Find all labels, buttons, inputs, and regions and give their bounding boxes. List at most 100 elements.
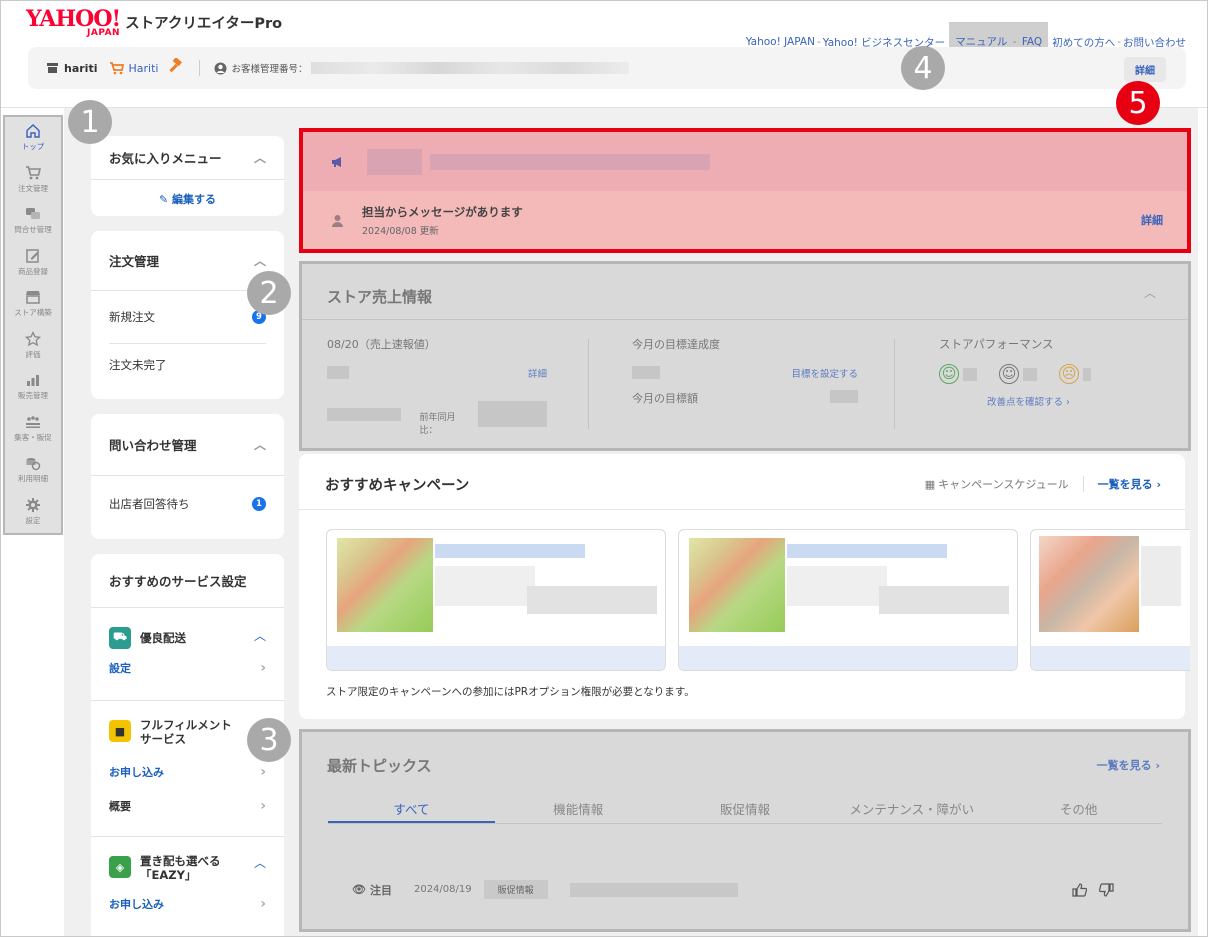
calendar-icon: ▦ bbox=[924, 477, 936, 491]
campaign-image-redacted bbox=[689, 538, 785, 632]
smile-face-icon: ☺ bbox=[939, 364, 959, 384]
nav-settings[interactable]: 設定 bbox=[5, 491, 61, 533]
sales-detail-link[interactable]: 詳細 bbox=[528, 366, 547, 380]
eazy-apply-link[interactable]: お申し込み › bbox=[91, 889, 284, 919]
topic-date: 2024/08/19 bbox=[413, 884, 472, 895]
tab-maintenance[interactable]: メンテナンス・障がい bbox=[828, 794, 995, 823]
campaigns-see-all-link[interactable]: 一覧を見る › bbox=[1098, 476, 1161, 492]
topics-see-all-link[interactable]: 一覧を見る › bbox=[1097, 757, 1160, 773]
store-name[interactable]: hariti bbox=[46, 62, 97, 75]
annotation-badge-4: 4 bbox=[901, 46, 945, 90]
inquiries-header[interactable]: 問い合わせ管理 ︿ bbox=[91, 414, 284, 475]
topics-title: 最新トピックス bbox=[327, 757, 432, 775]
menu-incomplete-orders[interactable]: 注文未完了 bbox=[91, 344, 284, 386]
nav-billing[interactable]: 利用明細 bbox=[5, 449, 61, 491]
campaigns-title: おすすめキャンペーン bbox=[325, 478, 470, 494]
fulfillment-apply-link[interactable]: お申し込み › bbox=[91, 756, 284, 788]
sad-face-icon: ☹ bbox=[1059, 364, 1079, 384]
improve-points-link[interactable]: 改善点を確認する › bbox=[987, 394, 1139, 408]
goal-amount-label: 今月の目標額 bbox=[632, 392, 698, 405]
service-excellent-delivery[interactable]: ⛟ 優良配送 ︿ bbox=[91, 608, 284, 649]
announcement-row[interactable] bbox=[303, 132, 1187, 191]
promotion-icon bbox=[26, 415, 40, 428]
user-circle-icon bbox=[214, 62, 227, 74]
service-name: 優良配送 bbox=[140, 630, 186, 645]
bar-chart-icon bbox=[27, 375, 39, 387]
chevron-up-icon[interactable]: ︿ bbox=[254, 854, 266, 889]
tab-feature-info[interactable]: 機能情報 bbox=[495, 794, 662, 823]
nav-orders[interactable]: 注文管理 bbox=[5, 159, 61, 201]
service-setting-link[interactable]: 設定 › bbox=[91, 648, 284, 688]
nav-label: 問合せ管理 bbox=[14, 225, 52, 235]
yahoo-logo[interactable]: YAHOO! JAPAN ストアクリエイターPro bbox=[26, 6, 282, 38]
auction-hammer-icon[interactable] bbox=[167, 57, 185, 78]
service-name-line2: 「EAZY」 bbox=[140, 868, 197, 882]
sales-info-panel: ストア売上情報 ︿ 08/20（売上速報値） 詳細 前年同月比： 今月の目標達成… bbox=[299, 261, 1191, 451]
thumbs-up-icon[interactable] bbox=[1072, 882, 1087, 897]
set-goal-link[interactable]: 目標を設定する bbox=[791, 366, 858, 380]
topics-tabs: すべて 機能情報 販促情報 メンテナンス・障がい その他 bbox=[328, 794, 1162, 824]
sales-today: 08/20（売上速報値） 詳細 前年同月比： bbox=[327, 336, 547, 436]
yoy-value-redacted bbox=[478, 401, 547, 427]
nav-label: トップ bbox=[21, 142, 45, 152]
chevron-up-icon[interactable]: ︿ bbox=[254, 252, 266, 269]
latest-topics-panel: 最新トピックス 一覧を見る › すべて 機能情報 販促情報 メンテナンス・障がい… bbox=[299, 729, 1191, 932]
performance-label: ストアパフォーマンス bbox=[939, 337, 1054, 351]
nav-reviews[interactable]: 評価 bbox=[5, 325, 61, 367]
edit-favorites-link[interactable]: ✎ 編集する bbox=[91, 180, 284, 207]
chevron-up-icon[interactable]: ︿ bbox=[1144, 284, 1156, 301]
thumbs-down-icon[interactable] bbox=[1099, 882, 1114, 897]
divider bbox=[588, 339, 589, 429]
nav-sales[interactable]: 販売管理 bbox=[5, 366, 61, 408]
store-info-bar: hariti Hariti お客様管理番号： 詳細 bbox=[28, 47, 1186, 89]
topic-row[interactable]: 👁︎ 注目 2024/08/19 販促情報 bbox=[352, 880, 1114, 899]
nav-top[interactable]: トップ bbox=[5, 117, 61, 159]
annotation-badge-1: 1 bbox=[68, 100, 112, 144]
divider bbox=[1082, 476, 1084, 492]
campaign-card[interactable] bbox=[678, 529, 1018, 671]
service-eazy[interactable]: ◈ 置き配も選べる 「EAZY」 ︿ bbox=[91, 837, 284, 889]
tab-other[interactable]: その他 bbox=[995, 794, 1162, 823]
chevron-up-icon[interactable]: ︿ bbox=[254, 436, 266, 453]
store-name-text: hariti bbox=[64, 61, 98, 75]
message-row[interactable]: 担当からメッセージがあります 2024/08/08 更新 詳細 bbox=[303, 191, 1187, 249]
nav-promotion[interactable]: 集客・販促 bbox=[5, 408, 61, 450]
nav-store-build[interactable]: ストア構築 bbox=[5, 283, 61, 325]
service-name-line1: フルフィルメント bbox=[140, 718, 232, 732]
inquiries-card: 問い合わせ管理 ︿ 出店者回答待ち 1 bbox=[91, 414, 284, 539]
nav-products[interactable]: 商品登録 bbox=[5, 242, 61, 284]
topic-title-redacted bbox=[569, 882, 738, 897]
tab-all[interactable]: すべて bbox=[328, 794, 495, 823]
gear-icon bbox=[26, 497, 40, 512]
campaign-image-redacted bbox=[337, 538, 433, 632]
detail-button[interactable]: 詳細 bbox=[1124, 57, 1166, 82]
campaign-schedule-link[interactable]: ▦ キャンペーンスケジュール bbox=[925, 476, 1069, 492]
nav-label: 注文管理 bbox=[18, 183, 48, 193]
nav-inquiries[interactable]: 問合せ管理 bbox=[5, 200, 61, 242]
service-name-line2: サービス bbox=[140, 732, 186, 746]
store-link[interactable]: Hariti bbox=[109, 62, 158, 75]
new-orders-label: 新規注文 bbox=[109, 310, 155, 324]
logo-japan: JAPAN bbox=[87, 28, 121, 38]
services-title: おすすめのサービス設定 bbox=[109, 574, 247, 589]
logo-text: YAHOO! bbox=[26, 6, 121, 32]
awaiting-reply-label: 出店者回答待ち bbox=[109, 497, 190, 511]
nav-label: 評価 bbox=[25, 349, 41, 359]
message-detail-link[interactable]: 詳細 bbox=[1141, 212, 1163, 228]
campaign-card[interactable] bbox=[326, 529, 666, 671]
menu-awaiting-reply[interactable]: 出店者回答待ち 1 bbox=[91, 476, 284, 532]
message-title: 担当からメッセージがあります bbox=[362, 204, 523, 219]
divider bbox=[199, 60, 201, 76]
performance-faces: ☺ ☺ ☹ bbox=[939, 364, 1139, 384]
campaign-card[interactable] bbox=[1030, 529, 1190, 671]
fulfillment-overview-link[interactable]: 概要 › bbox=[91, 788, 284, 824]
tab-promotion-info[interactable]: 販促情報 bbox=[662, 794, 829, 823]
chevron-up-icon[interactable]: ︿ bbox=[254, 149, 266, 166]
global-header: YAHOO! JAPAN ストアクリエイターPro Yahoo! JAPAN -… bbox=[0, 0, 1208, 108]
store-icon bbox=[26, 291, 40, 304]
eye-icon: 👁︎ bbox=[352, 883, 366, 896]
customer-number: お客様管理番号： bbox=[214, 61, 630, 75]
campaign-image-redacted bbox=[1039, 536, 1139, 632]
chevron-up-icon[interactable]: ︿ bbox=[254, 627, 266, 648]
favorites-header[interactable]: お気に入りメニュー ︿ bbox=[91, 136, 284, 179]
